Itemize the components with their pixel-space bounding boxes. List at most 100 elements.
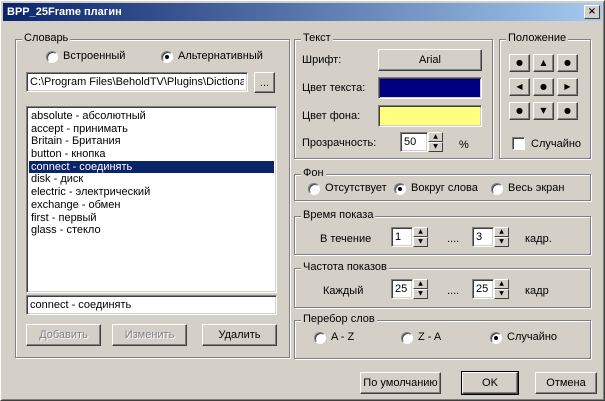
frequency-from-spinner[interactable]: ▲ ▼ [413, 279, 428, 299]
pos-bottom-right-button[interactable]: ● [557, 102, 578, 120]
show-time-unit: кадр. [525, 233, 552, 245]
pos-top-left-button[interactable]: ● [509, 54, 530, 72]
text-group: Текст Шрифт: Arial Цвет текста: Цвет фон… [294, 32, 493, 159]
dictionary-path-value: C:\Program Files\BeholdTV\Plugins\Dictio… [30, 76, 244, 88]
show-time-to-spinner[interactable]: ▲ ▼ [494, 227, 509, 247]
transparency-unit: % [459, 139, 469, 151]
background-radio-label: Отсутствует [325, 182, 387, 194]
word-order-radio-label: Случайно [507, 331, 558, 343]
random-position-checkbox[interactable] [512, 137, 525, 150]
pos-left-button[interactable]: ◀ [509, 78, 530, 96]
frequency-from-input[interactable]: 25 [391, 279, 413, 299]
word-edit-field[interactable]: connect - соединять [26, 295, 277, 315]
text-color-swatch[interactable] [378, 77, 482, 99]
show-time-dots: .... [447, 233, 460, 245]
frequency-dots: .... [447, 285, 460, 297]
font-button[interactable]: Arial [378, 49, 482, 71]
cancel-button[interactable]: Отмена [535, 372, 597, 394]
frequency-each-label: Каждый [323, 285, 364, 297]
frequency-unit: кадр [525, 285, 549, 297]
spin-up-icon[interactable]: ▲ [428, 132, 443, 142]
frequency-group-label: Частота показов [301, 261, 389, 273]
background-radio-0[interactable] [308, 183, 320, 195]
delete-button[interactable]: Удалить [202, 324, 277, 346]
word-order-radio-label: Z - A [418, 331, 442, 343]
show-time-to-input[interactable]: 3 [472, 227, 494, 247]
pos-top-button[interactable]: ▲ [533, 54, 554, 72]
spin-down-icon[interactable]: ▼ [494, 289, 509, 299]
show-time-from-input[interactable]: 1 [391, 227, 413, 247]
show-time-during-label: В течение [320, 233, 372, 245]
radio-builtin-label: Встроенный [63, 50, 126, 62]
pos-top-right-button[interactable]: ● [557, 54, 578, 72]
position-group: Положение ● ▲ ● ◀ ● ▶ ● ▼ ● Случайно [499, 32, 591, 159]
frequency-from-value: 25 [395, 283, 408, 295]
list-item[interactable]: first - первый [29, 212, 274, 225]
spin-up-icon[interactable]: ▲ [494, 279, 509, 289]
spin-up-icon[interactable]: ▲ [494, 227, 509, 237]
background-radio-1[interactable] [394, 183, 406, 195]
list-item[interactable]: absolute - абсолютный [29, 110, 274, 123]
random-position-label: Случайно [531, 138, 582, 150]
add-button[interactable]: Добавить [26, 324, 101, 346]
list-item[interactable]: accept - принимать [29, 123, 274, 136]
frequency-to-input[interactable]: 25 [472, 279, 494, 299]
pos-right-button[interactable]: ▶ [557, 78, 578, 96]
frequency-to-value: 25 [476, 283, 489, 295]
defaults-button[interactable]: По умолчанию [360, 372, 441, 394]
spin-down-icon[interactable]: ▼ [413, 289, 428, 299]
title-bar[interactable]: BPP_25Frame плагин × [3, 3, 602, 21]
pos-bottom-left-button[interactable]: ● [509, 102, 530, 120]
list-item[interactable]: glass - стекло [29, 224, 274, 237]
frequency-group: Частота показов Каждый 25 ▲ ▼ .... 25 ▲ … [294, 261, 591, 308]
dictionary-path-field[interactable]: C:\Program Files\BeholdTV\Plugins\Dictio… [26, 72, 248, 92]
bg-color-swatch[interactable] [378, 105, 482, 127]
radio-builtin[interactable] [46, 51, 58, 63]
spin-down-icon[interactable]: ▼ [413, 237, 428, 247]
spin-up-icon[interactable]: ▲ [413, 227, 428, 237]
show-time-to-value: 3 [476, 231, 483, 243]
pos-bottom-button[interactable]: ▼ [533, 102, 554, 120]
word-order-radio-0[interactable] [314, 332, 326, 344]
list-item[interactable]: electric - электрический [29, 186, 274, 199]
text-color-label: Цвет текста: [302, 82, 366, 94]
list-item[interactable]: Britain - Британия [29, 135, 274, 148]
show-time-from-spinner[interactable]: ▲ ▼ [413, 227, 428, 247]
pos-center-button[interactable]: ● [533, 78, 554, 96]
show-time-from-value: 1 [395, 231, 402, 243]
transparency-label: Прозрачность: [302, 137, 377, 149]
dictionary-group-label: Словарь [22, 32, 71, 44]
background-radio-label: Вокруг слова [411, 182, 478, 194]
radio-alternative-label: Альтернативный [178, 50, 263, 62]
text-group-label: Текст [301, 32, 333, 44]
show-time-group-label: Время показа [301, 209, 376, 221]
list-item[interactable]: connect - соединять [29, 160, 274, 174]
close-icon[interactable]: × [584, 5, 600, 19]
word-order-radio-2[interactable] [490, 332, 502, 344]
ok-button[interactable]: OK [461, 371, 519, 395]
word-edit-value: connect - соединять [30, 299, 132, 311]
background-radio-2[interactable] [491, 183, 503, 195]
list-item[interactable]: disk - диск [29, 173, 274, 186]
transparency-spinner[interactable]: ▲ ▼ [428, 132, 443, 152]
spin-down-icon[interactable]: ▼ [494, 237, 509, 247]
word-order-radio-1[interactable] [401, 332, 413, 344]
background-group: Фон Отсутствует Вокруг слова Весь экран [294, 167, 591, 201]
frequency-to-spinner[interactable]: ▲ ▼ [494, 279, 509, 299]
transparency-value: 50 [404, 136, 417, 148]
radio-alternative[interactable] [161, 51, 173, 63]
spin-up-icon[interactable]: ▲ [413, 279, 428, 289]
browse-button[interactable]: ... [254, 72, 275, 93]
background-group-label: Фон [301, 167, 326, 179]
show-time-group: Время показа В течение 1 ▲ ▼ .... 3 ▲ ▼ … [294, 209, 591, 255]
background-radio-label: Весь экран [508, 182, 565, 194]
word-order-radio-label: A - Z [331, 331, 355, 343]
dictionary-group: Словарь Встроенный Альтернативный C:\Pro… [15, 32, 290, 358]
modify-button[interactable]: Изменить [112, 324, 187, 346]
spin-down-icon[interactable]: ▼ [428, 142, 443, 152]
word-listbox[interactable]: absolute - абсолютный accept - принимать B… [26, 106, 277, 293]
window-title: BPP_25Frame плагин [7, 6, 122, 18]
list-item[interactable]: exchange - обмен [29, 199, 274, 212]
list-item[interactable]: button - кнопка [29, 148, 274, 161]
transparency-input[interactable]: 50 [400, 132, 428, 152]
